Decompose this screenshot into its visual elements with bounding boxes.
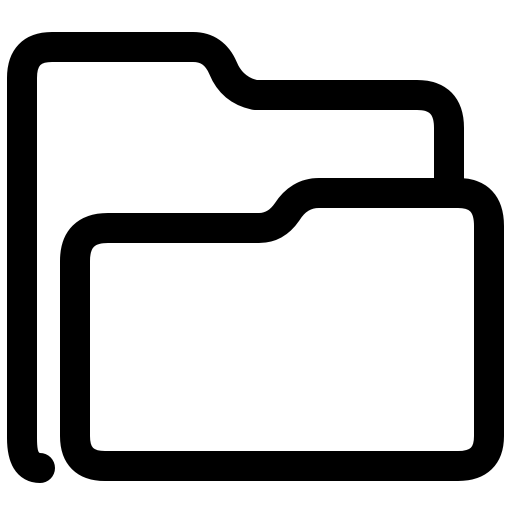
front-folder-icon — [60, 178, 504, 481]
icon-canvas — [0, 0, 512, 512]
folders-icon — [7, 32, 504, 483]
